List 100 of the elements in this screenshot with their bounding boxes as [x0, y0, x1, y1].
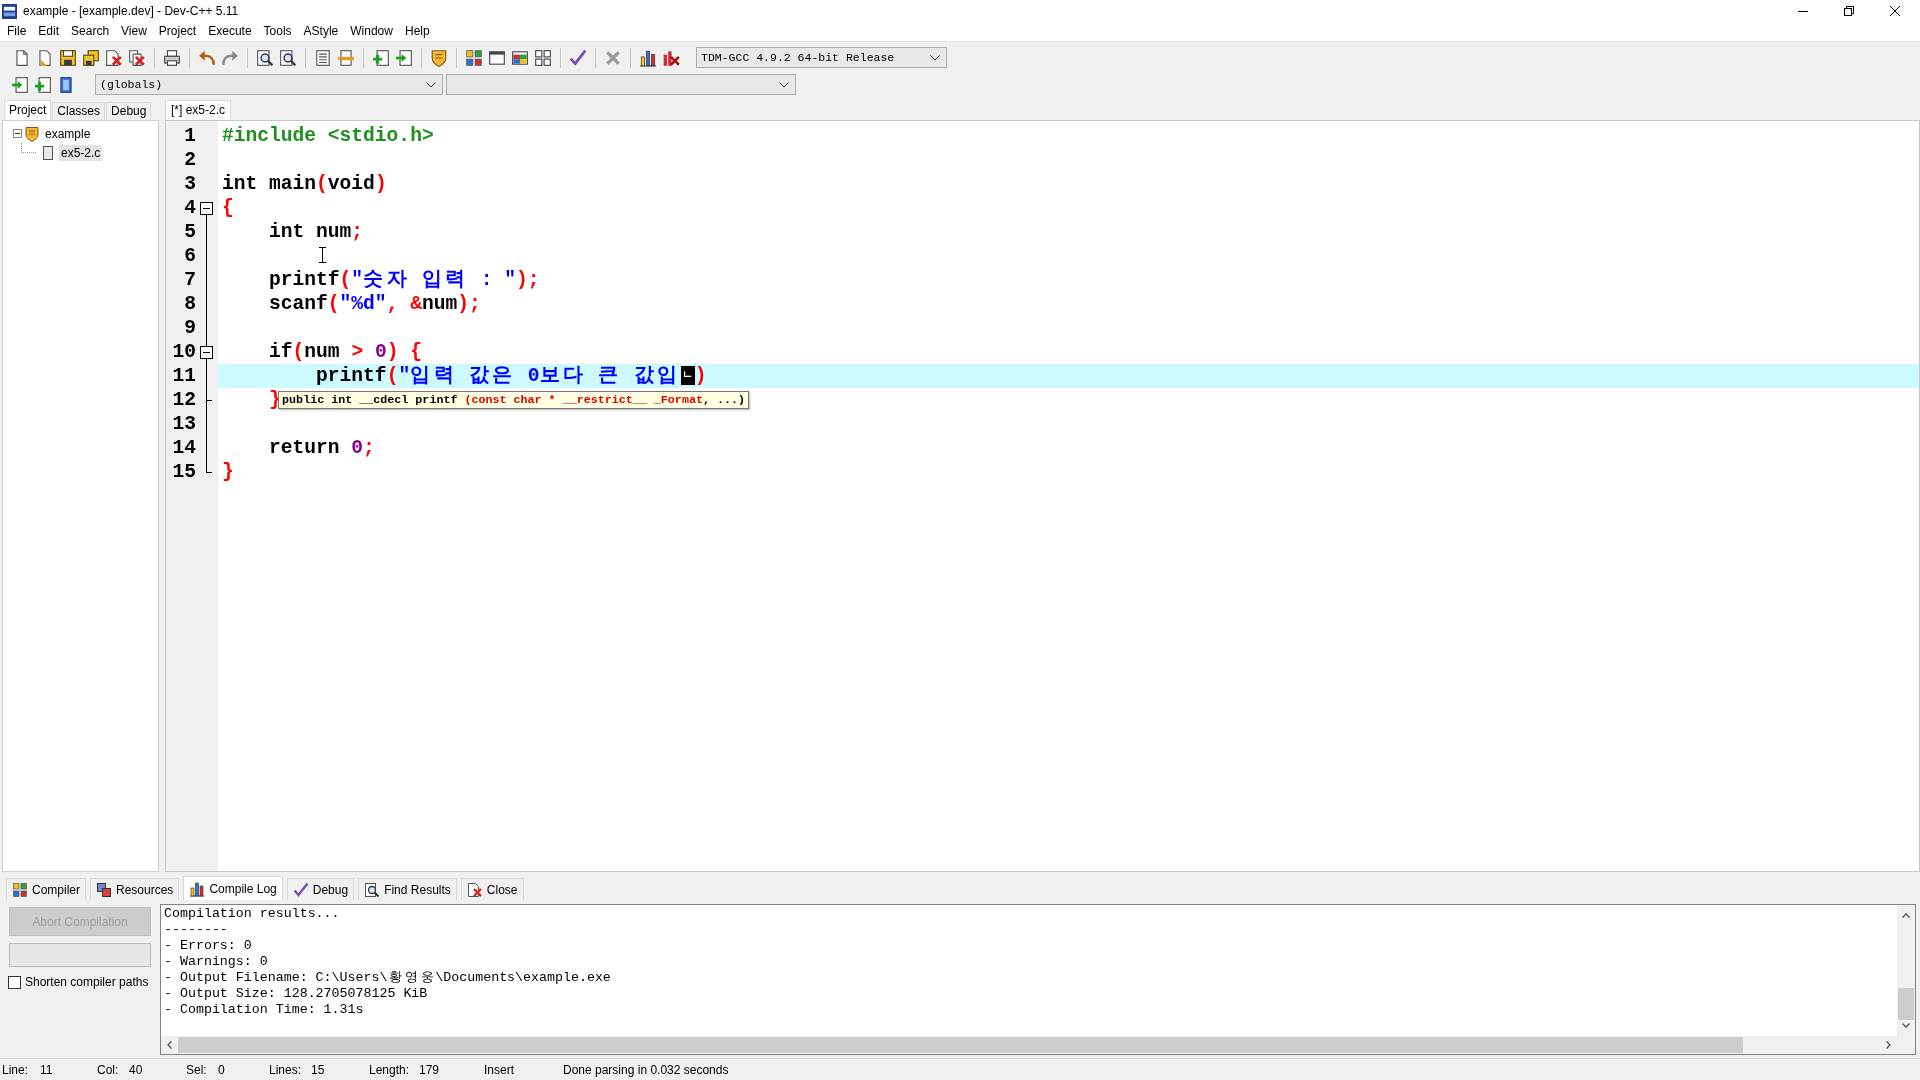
floppy-disks-icon[interactable] [81, 48, 100, 67]
scope-select[interactable]: (globals) [95, 74, 443, 95]
status-label: Col: [97, 1062, 120, 1077]
file-tab[interactable]: [*] ex5-2.c [165, 100, 232, 120]
window-icon[interactable] [487, 48, 506, 67]
panel-tab[interactable]: Compile Log [183, 876, 283, 900]
status-value: 40 [129, 1062, 143, 1077]
line-number: 1 [183, 124, 196, 148]
menu-item[interactable]: Tools [257, 23, 298, 40]
log-line: - Warnings: 0 [164, 954, 268, 970]
log-line: - Compilation Time: 1.31s [164, 1002, 364, 1018]
log-line: - Output Size: 128.2705078125 KiB [164, 986, 428, 1002]
line-number: 9 [183, 316, 196, 340]
chevron-left-icon[interactable] [167, 1041, 172, 1049]
tree-item[interactable]: example [43, 125, 93, 142]
redo-arrow-icon[interactable] [220, 48, 239, 67]
restore-icon[interactable] [1844, 6, 1854, 16]
panel-tab[interactable]: Find Results [358, 878, 457, 900]
list-page-icon[interactable] [313, 48, 332, 67]
menu-item[interactable]: AStyle [297, 23, 345, 40]
status-text: Done parsing in 0.032 seconds [563, 1062, 729, 1077]
scrollbar-thumb[interactable] [1898, 988, 1914, 1020]
shield-icon[interactable] [429, 48, 448, 67]
window-title: example - [example.dev] - Dev-C++ 5.11 [23, 4, 239, 18]
page-bar-icon[interactable] [336, 48, 355, 67]
chevron-down-icon [779, 81, 789, 88]
menu-item[interactable]: Help [398, 23, 436, 40]
status-label: Length: [369, 1062, 411, 1077]
status-label: Line: [2, 1062, 30, 1077]
panel-tab[interactable]: Debug [106, 102, 152, 120]
collapse-icon[interactable] [200, 202, 213, 215]
menu-item[interactable]: Window [344, 23, 399, 40]
menu-item[interactable]: Edit [32, 23, 66, 40]
page-icon [40, 144, 56, 161]
four-squares-icon [12, 881, 28, 898]
text-cursor-icon [319, 247, 326, 263]
panel-tab[interactable]: Resources [90, 878, 180, 900]
checkbox[interactable] [8, 975, 21, 989]
horizontal-scrollbar[interactable] [161, 1036, 1897, 1054]
chevron-down-icon[interactable] [1902, 1023, 1910, 1028]
panel-tab[interactable]: Project [4, 100, 52, 120]
status-value: 11 [40, 1062, 53, 1077]
code-line: scanf("%d", &num); [269, 292, 481, 316]
menu-item[interactable]: Search [65, 23, 116, 40]
calltip: public int __cdecl printf (const char * __restrict__ _Format, ...) [278, 391, 749, 409]
panel-tab[interactable]: Close [460, 878, 524, 900]
menu-item[interactable]: File [1, 23, 33, 40]
panel-tab[interactable]: Compiler [6, 878, 86, 900]
page-plus-icon[interactable] [33, 75, 52, 94]
page-plus-icon[interactable] [371, 48, 390, 67]
status-label: Lines: [269, 1062, 303, 1077]
bar-chart-icon[interactable] [638, 48, 657, 67]
page-arrow-icon[interactable] [394, 48, 413, 67]
four-squares-icon[interactable] [464, 48, 483, 67]
collapse-icon[interactable] [200, 346, 213, 359]
menu-item[interactable]: Project [152, 23, 203, 40]
menu-item[interactable]: Execute [202, 23, 258, 40]
panel-tab[interactable]: Classes [52, 102, 106, 120]
magnifier-page-icon [364, 881, 381, 898]
grid-icon[interactable] [533, 48, 552, 67]
page-x-icon [466, 881, 483, 898]
compiler-select[interactable]: TDM-GCC 4.9.2 64-bit Release [696, 47, 947, 68]
chevron-down-icon [930, 54, 940, 61]
page-x-icon[interactable] [104, 48, 123, 67]
menu-item[interactable]: View [115, 23, 153, 40]
check-icon[interactable] [568, 48, 587, 67]
log-line: - Output Filename: C:\Users\황영웅\Documents\example.exe [164, 970, 611, 986]
line-number: 11 [171, 364, 196, 388]
printer-icon[interactable] [162, 48, 181, 67]
shield-icon [24, 125, 40, 142]
close-icon[interactable] [1890, 6, 1900, 16]
panel-tab[interactable]: Debug [286, 878, 355, 900]
chevron-up-icon[interactable] [1902, 913, 1910, 918]
line-number: 7 [183, 268, 196, 292]
chevron-right-icon[interactable] [1886, 1041, 1891, 1049]
tiled-window-icon[interactable] [510, 48, 529, 67]
checkbox-label[interactable]: Shorten compiler paths [25, 975, 149, 989]
status-text: Insert [484, 1062, 514, 1077]
vertical-scrollbar[interactable] [1897, 905, 1915, 1036]
log-line: - Errors: 0 [164, 938, 252, 954]
line-number: 6 [183, 244, 196, 268]
pages-x-icon[interactable] [127, 48, 146, 67]
log-line: Compilation results... [164, 906, 340, 922]
log-line: -------- [164, 922, 228, 938]
check-icon [292, 881, 309, 898]
collapse-icon[interactable] [13, 129, 22, 138]
line-number: 15 [171, 460, 196, 484]
undo-arrow-icon[interactable] [197, 48, 216, 67]
tree-item[interactable]: ex5-2.c [59, 144, 103, 161]
status-value: 179 [419, 1062, 440, 1077]
chart-x-icon[interactable] [661, 48, 680, 67]
magnifier-page-icon[interactable] [278, 48, 297, 67]
magnifier-page-icon[interactable] [255, 48, 274, 67]
code-line: } [269, 388, 281, 412]
code-line: int num; [269, 220, 364, 244]
page-arrow-icon[interactable] [10, 75, 29, 94]
line-number: 10 [171, 340, 196, 364]
scrollbar-thumb[interactable] [178, 1037, 1743, 1053]
code-line: printf("숫자 입력 : "); [269, 268, 540, 292]
line-number: 2 [183, 148, 196, 172]
